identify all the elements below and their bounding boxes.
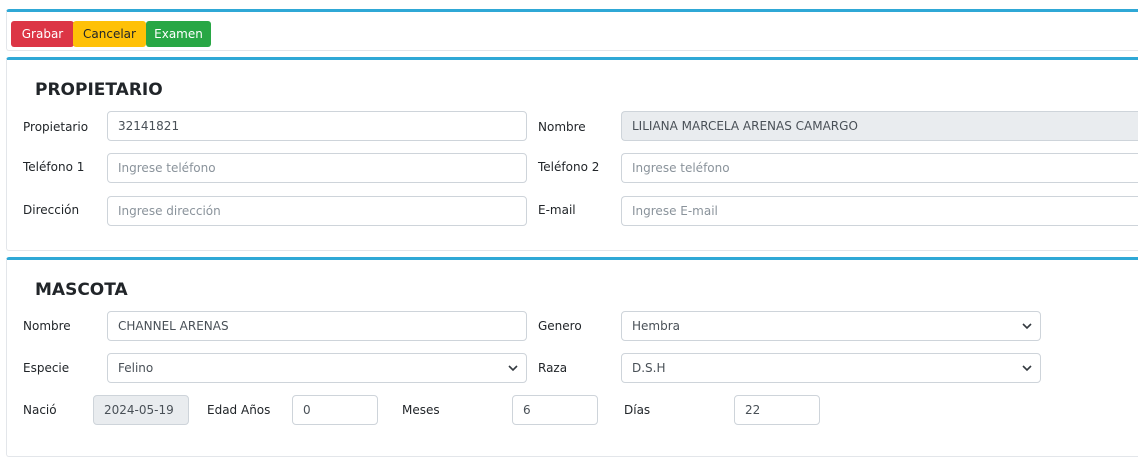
days-input[interactable] (734, 395, 820, 425)
gender-select-value: Hembra (632, 319, 680, 333)
cancel-button[interactable]: Cancelar (73, 21, 146, 47)
pet-name-label: Nombre (23, 319, 71, 333)
months-input[interactable] (512, 395, 598, 425)
owner-section-title: PROPIETARIO (35, 80, 163, 100)
breed-select-value: D.S.H (632, 361, 666, 375)
chevron-down-icon (508, 365, 518, 372)
species-select-value: Felino (118, 361, 154, 375)
email-input[interactable] (621, 196, 1138, 226)
phone1-label: Teléfono 1 (23, 160, 85, 174)
months-label: Meses (402, 403, 440, 417)
pet-section: MASCOTA Nombre Genero Hembra Especie Fel… (6, 257, 1138, 457)
days-label: Días (624, 403, 651, 417)
toolbar: Grabar Cancelar Examen (6, 9, 1138, 51)
pet-section-title: MASCOTA (35, 280, 128, 300)
species-select[interactable]: Felino (107, 353, 527, 383)
owner-section: PROPIETARIO Propietario Nombre Teléfono … (6, 57, 1138, 251)
address-label: Dirección (23, 203, 80, 217)
owner-id-input[interactable] (107, 111, 527, 141)
pet-name-input[interactable] (107, 311, 527, 341)
born-label: Nació (23, 403, 57, 417)
phone2-input[interactable] (621, 153, 1138, 183)
born-date-input (93, 395, 189, 425)
breed-select[interactable]: D.S.H (621, 353, 1041, 383)
owner-name-label: Nombre (538, 120, 586, 134)
species-label: Especie (23, 361, 70, 375)
gender-select[interactable]: Hembra (621, 311, 1041, 341)
age-years-label: Edad Años (207, 403, 271, 417)
address-input[interactable] (107, 196, 527, 226)
gender-label: Genero (538, 319, 582, 333)
age-years-input[interactable] (292, 395, 378, 425)
save-button[interactable]: Grabar (11, 21, 74, 47)
exam-button[interactable]: Examen (146, 21, 211, 47)
chevron-down-icon (1022, 323, 1032, 330)
phone2-label: Teléfono 2 (538, 160, 600, 174)
owner-id-label: Propietario (23, 120, 89, 134)
chevron-down-icon (1022, 365, 1032, 372)
phone1-input[interactable] (107, 153, 527, 183)
email-label: E-mail (538, 203, 576, 217)
owner-name-input (621, 111, 1138, 141)
breed-label: Raza (538, 361, 568, 375)
